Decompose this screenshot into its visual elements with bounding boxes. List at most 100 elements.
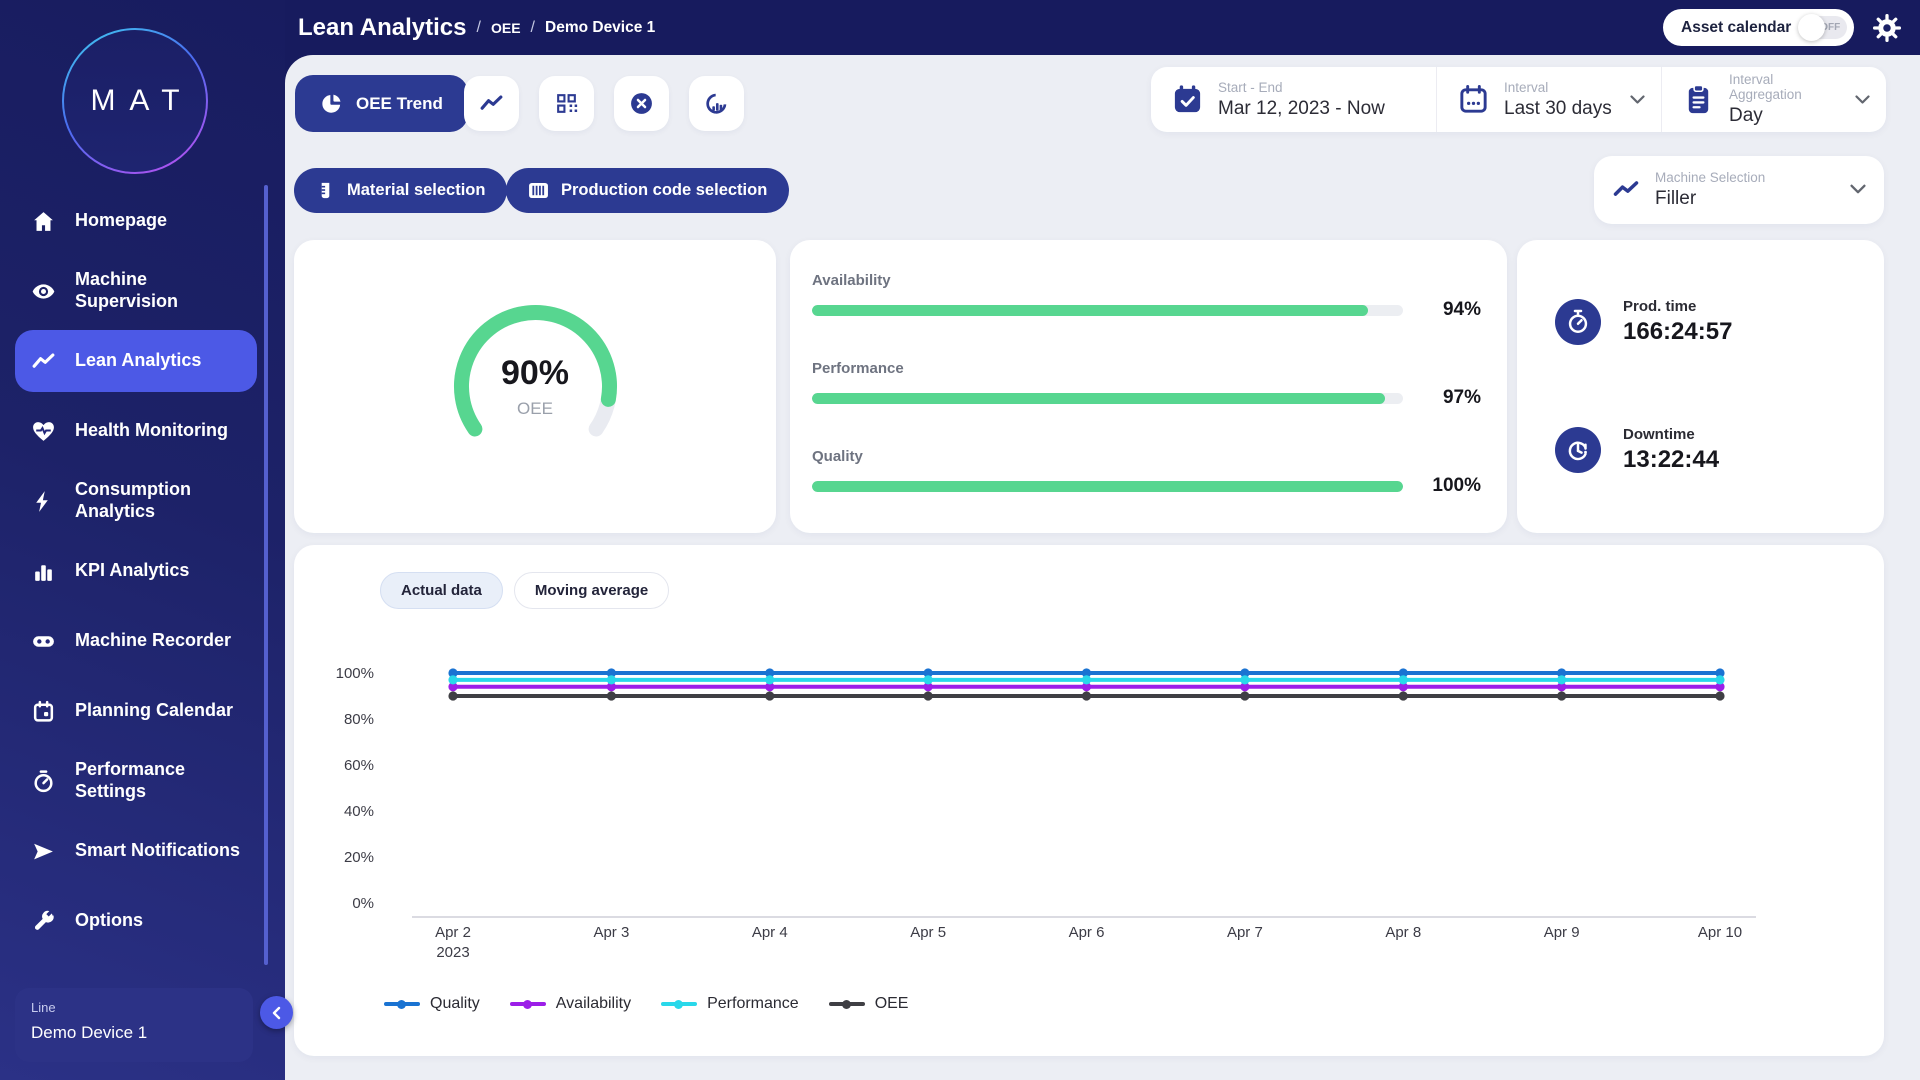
prod-time-block: Prod. time 166:24:57	[1555, 298, 1884, 346]
metric-value: 94%	[1419, 299, 1481, 321]
start-end-field[interactable]: Start - End Mar 12, 2023 - Now	[1151, 67, 1436, 132]
sidebar-item-planning-calendar[interactable]: Planning Calendar	[15, 680, 257, 742]
legend-label: OEE	[875, 995, 909, 1013]
sidebar-item-label: KPI Analytics	[75, 560, 189, 582]
apq-metrics-card: Availability 94% Performance97% Quality100%	[790, 240, 1507, 533]
sidebar-item-options[interactable]: Options	[15, 890, 257, 952]
legend-marker	[510, 999, 546, 1009]
interval-dropdown[interactable]: Interval Last 30 days	[1436, 67, 1661, 132]
brand-logo: MAT	[62, 28, 208, 174]
svg-text:2023: 2023	[436, 944, 469, 961]
svg-text:Apr 9: Apr 9	[1544, 924, 1580, 941]
sidebar-item-kpi-analytics[interactable]: KPI Analytics	[15, 540, 257, 602]
legend-item-oee[interactable]: OEE	[829, 995, 909, 1013]
production-code-selection-button[interactable]: Production code selection	[506, 168, 789, 213]
chevron-left-icon	[270, 1005, 284, 1021]
sidebar-item-label: Homepage	[75, 210, 167, 232]
metric-value: 97%	[1419, 387, 1481, 409]
sidebar-item-health-monitoring[interactable]: Health Monitoring	[15, 400, 257, 462]
sidebar-item-consumption-analytics[interactable]: Consumption Analytics	[15, 470, 257, 532]
wrench-icon	[31, 909, 58, 934]
chevron-down-icon	[1850, 181, 1866, 199]
sidebar-item-machine-supervision[interactable]: Machine Supervision	[15, 260, 257, 322]
progress-track	[812, 393, 1403, 404]
tab-oee-trend[interactable]: OEE Trend	[295, 75, 468, 132]
progress-fill	[812, 481, 1403, 492]
chart-legend: Quality Availability Performance OEE	[384, 995, 908, 1013]
material-selection-button[interactable]: Material selection	[294, 168, 507, 213]
oee-gauge: 90% OEE	[443, 294, 628, 479]
page-title: Lean Analytics	[298, 14, 467, 42]
asset-calendar-label: Asset calendar	[1681, 19, 1791, 37]
settings-gear-icon[interactable]	[1872, 13, 1902, 43]
legend-item-availability[interactable]: Availability	[510, 995, 631, 1013]
heart-pulse-icon	[31, 419, 58, 444]
bolt-icon	[31, 489, 58, 514]
legend-item-quality[interactable]: Quality	[384, 995, 480, 1013]
sidebar-item-label: Performance Settings	[75, 759, 245, 803]
metric-row-quality: Quality100%	[812, 448, 1481, 497]
chevron-down-icon	[1630, 91, 1645, 109]
time-summary-card: Prod. time 166:24:57 Downtime 13:22:44	[1517, 240, 1884, 533]
progress-fill	[812, 305, 1368, 316]
asset-calendar-toggle[interactable]: Asset calendar OFF	[1663, 9, 1854, 46]
tab-oee-trend-label: OEE Trend	[356, 94, 443, 114]
tab-qr-code-button[interactable]	[539, 76, 594, 131]
pie-chart-icon	[320, 92, 343, 115]
tab-trend-line-button[interactable]	[464, 76, 519, 131]
sidebar-item-performance-settings[interactable]: Performance Settings	[15, 750, 257, 812]
breadcrumb-oee[interactable]: OEE	[491, 20, 521, 36]
progress-track	[812, 305, 1403, 316]
oee-gauge-card: 90% OEE	[294, 240, 776, 533]
sidebar-item-label: Machine Recorder	[75, 630, 231, 652]
machine-selection-dropdown[interactable]: Machine Selection Filler	[1594, 156, 1884, 224]
sidebar-scrollbar-thumb[interactable]	[264, 185, 268, 965]
sidebar-item-machine-recorder[interactable]: Machine Recorder	[15, 610, 257, 672]
qr-code-icon	[554, 91, 579, 116]
sidebar-item-label: Health Monitoring	[75, 420, 228, 442]
sidebar-collapse-button[interactable]	[260, 996, 293, 1029]
metric-row-availability: Availability 94%	[812, 272, 1481, 321]
sidebar-item-lean-analytics[interactable]: Lean Analytics	[15, 330, 257, 392]
interval-aggregation-value: Day	[1729, 105, 1841, 127]
svg-text:Apr 6: Apr 6	[1069, 924, 1105, 941]
calendar-dots-icon	[1457, 83, 1490, 116]
calendar-icon	[31, 699, 58, 724]
bar-chart-icon	[31, 559, 58, 584]
beaker-icon	[316, 181, 335, 200]
machine-selection-label: Machine Selection	[1655, 170, 1765, 185]
tab-moving-average[interactable]: Moving average	[514, 572, 669, 609]
machine-selection-value: Filler	[1655, 188, 1765, 210]
tab-x-circle-button[interactable]	[614, 76, 669, 131]
sidebar-item-smart-notifications[interactable]: Smart Notifications	[15, 820, 257, 882]
prod-time-value: 166:24:57	[1623, 318, 1732, 346]
metric-row-performance: Performance97%	[812, 360, 1481, 409]
svg-text:0%: 0%	[352, 895, 374, 912]
tab-actual-data[interactable]: Actual data	[380, 572, 503, 609]
metric-label: Availability	[812, 272, 1481, 289]
toggle-switch[interactable]: OFF	[1801, 16, 1847, 39]
tab-pie-bars-button[interactable]	[689, 76, 744, 131]
svg-text:40%: 40%	[344, 803, 374, 820]
downtime-value: 13:22:44	[1623, 446, 1719, 474]
interval-aggregation-dropdown[interactable]: Interval Aggregation Day	[1661, 67, 1886, 132]
breadcrumb-device[interactable]: Demo Device 1	[545, 19, 655, 37]
svg-text:Apr 3: Apr 3	[593, 924, 629, 941]
x-circle-icon	[629, 91, 654, 116]
oee-gauge-value: 90%	[501, 354, 569, 393]
sidebar-item-homepage[interactable]: Homepage	[15, 190, 257, 252]
material-selection-label: Material selection	[347, 181, 485, 200]
sidebar-item-label: Machine Supervision	[75, 269, 245, 313]
trend-icon	[31, 349, 58, 374]
svg-text:Apr 10: Apr 10	[1698, 924, 1742, 941]
legend-item-performance[interactable]: Performance	[661, 995, 799, 1013]
svg-text:60%: 60%	[344, 757, 374, 774]
svg-text:Apr 8: Apr 8	[1385, 924, 1421, 941]
gauge-icon	[31, 769, 58, 794]
svg-text:80%: 80%	[344, 711, 374, 728]
trend-line-icon	[479, 91, 504, 116]
sidebar-item-label: Smart Notifications	[75, 840, 240, 862]
metric-value: 100%	[1419, 475, 1481, 497]
pie-bars-icon	[704, 91, 729, 116]
date-filter-card: Start - End Mar 12, 2023 - Now Interval …	[1151, 67, 1886, 132]
